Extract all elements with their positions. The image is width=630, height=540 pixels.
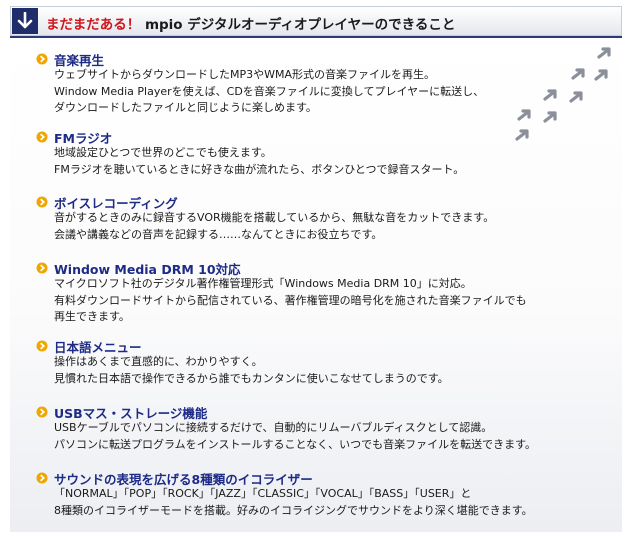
arrow-down-icon <box>12 8 38 34</box>
feature-description: パソコンに転送プログラムをインストールすることなく、いつでも音楽ファイルを転送で… <box>54 437 537 451</box>
bullet-icon <box>36 196 48 208</box>
arrow-icon <box>571 68 585 80</box>
feature-description: 8種類のイコライザーモードを搭載。好みのイコライジングでサウンドをより深く堪能で… <box>54 503 533 517</box>
section-header: まだまだある！ mpio デジタルオーディオプレイヤーのできること <box>10 6 622 36</box>
arrow-icon <box>543 89 557 101</box>
feature-description: FMラジオを聴いているときに好きな曲が流れたら、ボタンひとつで録音スタート。 <box>54 162 465 176</box>
feature-description: 操作はあくまで直感的に、わかりやすく。 <box>54 355 263 368</box>
arrow-icon <box>543 111 557 123</box>
arrow-icon <box>597 47 611 59</box>
bullet-icon <box>36 53 48 65</box>
feature-description: 「NORMAL」「POP」「ROCK」「JAZZ」「CLASSIC」「VOCAL… <box>54 487 472 500</box>
bullet-icon <box>36 262 48 274</box>
header-accent-text: まだまだある！ <box>46 17 141 33</box>
arrow-trail-icon <box>505 44 623 144</box>
arrow-icon <box>515 129 529 141</box>
feature-description: 地域設定ひとつで世界のどこでも使えます。 <box>54 146 272 159</box>
bullet-icon <box>36 131 48 143</box>
bullet-icon <box>36 340 48 352</box>
arrow-icon <box>569 91 583 103</box>
feature-description: 音がするときのみに録音するVOR機能を搭載しているから、無駄な音をカットできます… <box>54 211 495 224</box>
arrow-icon <box>594 69 608 81</box>
feature-description: 再生できます。 <box>54 310 130 323</box>
feature-description: 会議や講義などの音声を記録する……なんてときにお役立ちです。 <box>54 227 383 241</box>
page-title: まだまだある！ mpio デジタルオーディオプレイヤーのできること <box>46 13 455 33</box>
feature-description: Window Media Playerを使えば、CDを音楽ファイルに変換してプレ… <box>54 84 485 98</box>
feature-description: 見慣れた日本語で操作できるから誰でもカンタンに使いこなせてしまうのです。 <box>54 371 449 385</box>
feature-description: 有料ダウンロードサイトから配信されている、著作権管理の暗号化を施された音楽ファイ… <box>54 293 527 307</box>
header-title-text: mpio デジタルオーディオプレイヤーのできること <box>144 17 456 33</box>
bullet-icon <box>36 406 48 418</box>
bullet-icon <box>36 472 48 484</box>
arrow-icon <box>517 109 531 121</box>
feature-description: USBケーブルでパソコンに接続するだけで、自動的にリムーバブルディスクとして認識… <box>54 421 493 434</box>
feature-description: ウェブサイトからダウンロードしたMP3やWMA形式の音楽ファイルを再生。 <box>54 68 436 81</box>
feature-description: ダウンロードしたファイルと同じように楽しめます。 <box>54 101 317 114</box>
feature-description: マイクロソフト社のデジタル著作権管理形式「Windows Media DRM 1… <box>54 277 472 290</box>
